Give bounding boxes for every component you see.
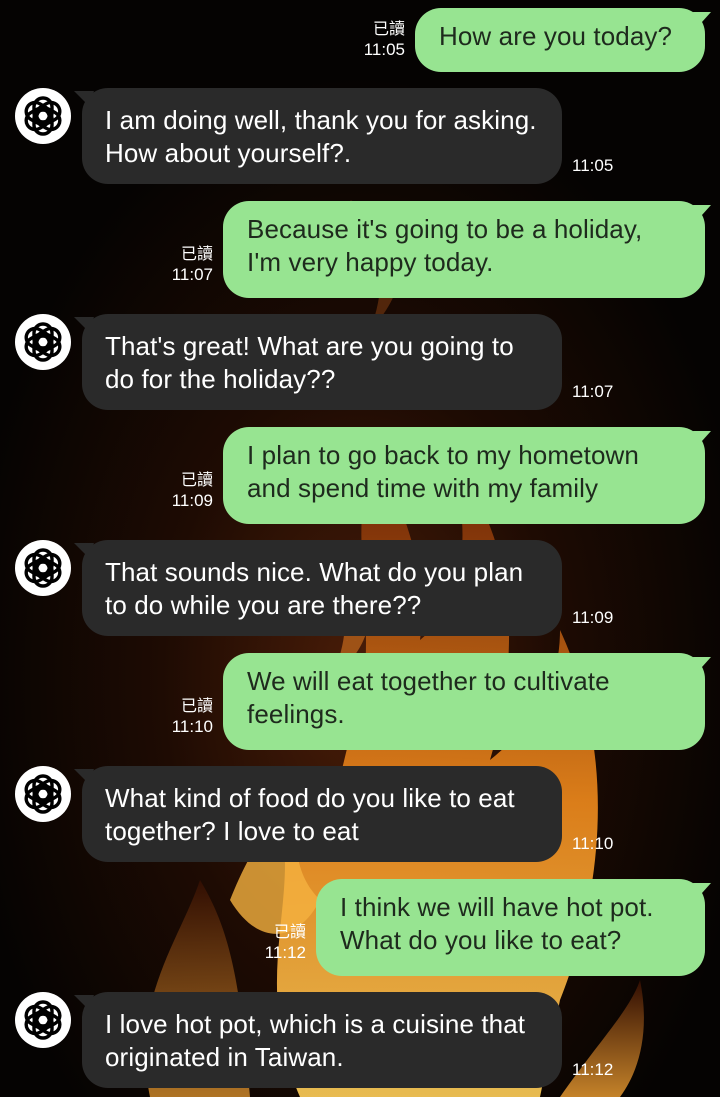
message-bubble[interactable]: That sounds nice. What do you plan to do… — [74, 540, 562, 636]
message-time: 11:10 — [572, 834, 614, 853]
read-receipt: 已讀 — [180, 244, 213, 263]
message-text: Because it's going to be a holiday, I'm … — [247, 214, 643, 277]
message-meta: 已讀 11:07 — [138, 243, 213, 285]
message-time: 11:09 — [171, 491, 213, 510]
avatar[interactable] — [15, 540, 71, 596]
message-bubble[interactable]: I think we will have hot pot. What do yo… — [316, 879, 711, 976]
message-bubble[interactable]: I am doing well, thank you for asking. H… — [74, 88, 562, 184]
message-text: I plan to go back to my hometown and spe… — [247, 440, 639, 503]
openai-logo-icon — [24, 548, 62, 588]
message-text: I think we will have hot pot. What do yo… — [340, 892, 654, 955]
read-receipt: 已讀 — [180, 470, 213, 489]
read-receipt: 已讀 — [273, 922, 306, 941]
message-bubble[interactable]: What kind of food do you like to eat tog… — [74, 766, 562, 862]
message-text: What kind of food do you like to eat tog… — [105, 783, 515, 846]
message-meta: 已讀 11:09 — [138, 469, 213, 511]
message-bubble[interactable]: How are you today? — [415, 8, 711, 72]
read-receipt: 已讀 — [372, 19, 405, 38]
message-meta: 已讀 11:05 — [330, 18, 405, 60]
message-time: 11:12 — [572, 1060, 614, 1079]
message-text: How are you today? — [439, 21, 673, 51]
message-bubble[interactable]: We will eat together to cultivate feelin… — [223, 653, 711, 750]
message-time: 11:10 — [171, 717, 213, 736]
avatar[interactable] — [15, 992, 71, 1048]
message-text: We will eat together to cultivate feelin… — [247, 666, 610, 729]
message-text: That's great! What are you going to do f… — [105, 331, 514, 394]
message-text: That sounds nice. What do you plan to do… — [105, 557, 524, 620]
message-time: 11:09 — [572, 608, 614, 627]
message-meta: 已讀 11:10 — [138, 695, 213, 737]
message-time: 11:07 — [572, 382, 614, 401]
message-bubble[interactable]: Because it's going to be a holiday, I'm … — [223, 201, 711, 298]
read-receipt: 已讀 — [180, 696, 213, 715]
openai-logo-icon — [24, 322, 62, 362]
openai-logo-icon — [24, 1000, 62, 1040]
avatar[interactable] — [15, 88, 71, 144]
message-bubble[interactable]: I plan to go back to my hometown and spe… — [223, 427, 711, 524]
message-bubble[interactable]: I love hot pot, which is a cuisine that … — [74, 992, 562, 1088]
openai-logo-icon — [24, 774, 62, 814]
openai-logo-icon — [24, 96, 62, 136]
message-time: 11:05 — [363, 40, 405, 59]
avatar[interactable] — [15, 766, 71, 822]
message-text: I am doing well, thank you for asking. H… — [105, 105, 537, 168]
message-time: 11:07 — [171, 265, 213, 284]
message-text: I love hot pot, which is a cuisine that … — [105, 1009, 526, 1072]
message-bubble[interactable]: That's great! What are you going to do f… — [74, 314, 562, 410]
avatar[interactable] — [15, 314, 71, 370]
message-time: 11:12 — [264, 943, 306, 962]
message-time: 11:05 — [572, 156, 614, 175]
message-meta: 已讀 11:12 — [231, 921, 306, 963]
